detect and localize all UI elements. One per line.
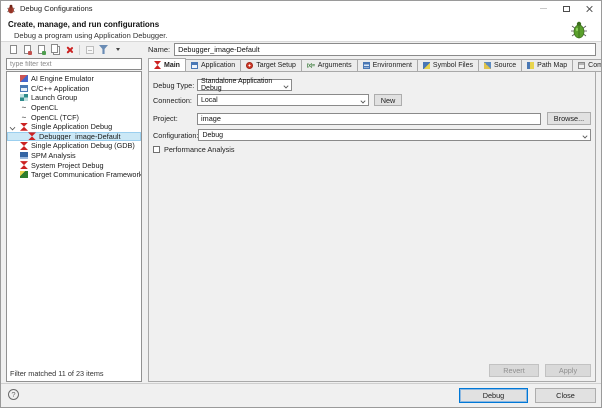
tree-item-launch-group[interactable]: Launch Group: [7, 93, 141, 103]
collapse-all-icon: [86, 46, 94, 54]
configurations-sidebar: AI Engine Emulator C/C++ Application Lau…: [6, 42, 142, 382]
tree-item-debugger-image-default[interactable]: Debugger_image-Default: [7, 132, 141, 142]
maximize-button[interactable]: [555, 1, 578, 16]
new-connection-button[interactable]: New: [374, 94, 402, 106]
single-app-debug-icon: [20, 123, 28, 131]
opencl-tcf-icon: ~: [20, 113, 28, 121]
filter-button[interactable]: [97, 43, 110, 56]
tree-item-cpp-application[interactable]: C/C++ Application: [7, 84, 141, 94]
main-tab-panel: Debug Type: Standalone Application Debug…: [148, 71, 596, 382]
close-icon: [586, 5, 594, 13]
single-app-debug-gdb-icon: [20, 142, 28, 150]
collapse-all-button[interactable]: [83, 43, 96, 56]
ai-engine-icon: [20, 75, 28, 82]
help-icon: ?: [11, 390, 15, 399]
debug-type-select[interactable]: Standalone Application Debug: [197, 79, 292, 91]
chevron-down-icon: [582, 133, 587, 138]
tcf-icon: [20, 171, 28, 178]
configuration-tree: AI Engine Emulator C/C++ Application Lau…: [6, 71, 142, 382]
expand-chevron-icon[interactable]: [10, 124, 15, 129]
symbol-files-tab-icon: [423, 62, 430, 69]
cpp-application-icon: [20, 85, 28, 92]
tree-item-ai-engine-emulator[interactable]: AI Engine Emulator: [7, 74, 141, 84]
chevron-down-icon: [116, 48, 120, 51]
new-configuration-button[interactable]: [7, 43, 20, 56]
titlebar: Debug Configurations: [1, 1, 601, 16]
environment-tab-icon: [363, 62, 370, 69]
tree-item-spm-analysis[interactable]: SPM Analysis: [7, 151, 141, 161]
target-setup-tab-icon: [246, 62, 253, 69]
connection-label: Connection:: [153, 96, 197, 105]
connection-select[interactable]: Local: [197, 94, 369, 106]
duplicate-configuration-button[interactable]: [49, 43, 62, 56]
configuration-editor: Name: Main Application Target Setup (x)=…: [148, 42, 596, 382]
debug-type-label: Debug Type:: [153, 81, 197, 90]
new-prototype-button[interactable]: [21, 43, 34, 56]
dialog-footer: ? Debug Close: [1, 383, 601, 407]
maximize-icon: [563, 6, 570, 12]
performance-analysis-label: Performance Analysis: [164, 145, 235, 154]
tab-main[interactable]: Main: [148, 58, 186, 72]
delete-icon: [66, 46, 74, 54]
new-prototype-icon: [24, 45, 31, 54]
header-banner: Create, manage, and run configurations D…: [1, 16, 601, 42]
opencl-icon: ~: [20, 104, 28, 112]
close-dialog-button[interactable]: Close: [535, 388, 596, 403]
apply-button[interactable]: Apply: [545, 364, 591, 377]
new-configuration-icon: [10, 45, 17, 54]
debug-bug-icon: [6, 4, 16, 14]
banner-bug-icon: [568, 19, 590, 41]
page-title: Create, manage, and run configurations: [1, 16, 601, 29]
path-map-tab-icon: [527, 62, 534, 69]
close-button[interactable]: [578, 1, 601, 16]
page-subtitle: Debug a program using Application Debugg…: [1, 29, 601, 40]
tree-item-system-project-debug[interactable]: System Project Debug: [7, 160, 141, 170]
filter-funnel-icon: [99, 45, 108, 54]
system-project-debug-icon: [20, 161, 28, 169]
editor-tabbar: Main Application Target Setup (x)= Argum…: [148, 58, 596, 72]
source-tab-icon: [484, 62, 491, 69]
project-input[interactable]: [197, 113, 541, 125]
debug-button[interactable]: Debug: [459, 388, 528, 403]
revert-button[interactable]: Revert: [489, 364, 539, 377]
spm-analysis-icon: [20, 152, 28, 159]
window-title: Debug Configurations: [20, 4, 93, 13]
tree-item-opencl[interactable]: ~ OpenCL: [7, 103, 141, 113]
toolbar-separator: [79, 45, 80, 55]
configuration-select[interactable]: Debug: [198, 129, 591, 141]
help-button[interactable]: ?: [8, 389, 19, 400]
duplicate-configuration-icon: [51, 44, 58, 53]
filter-menu-button[interactable]: [111, 43, 124, 56]
performance-analysis-row: Performance Analysis: [153, 145, 591, 154]
chevron-down-icon: [360, 98, 365, 103]
project-label: Project:: [153, 114, 197, 123]
delete-configuration-button[interactable]: [63, 43, 76, 56]
name-label: Name:: [148, 45, 170, 54]
single-app-debug-icon: [28, 132, 36, 140]
export-configuration-icon: [38, 45, 45, 54]
filter-input[interactable]: [6, 58, 142, 70]
arguments-tab-icon: (x)=: [307, 62, 315, 70]
main-tab-icon: [154, 61, 161, 69]
export-configuration-button[interactable]: [35, 43, 48, 56]
application-tab-icon: [191, 62, 198, 69]
minimize-icon: [540, 8, 547, 9]
tree-item-single-application-debug[interactable]: Single Application Debug: [7, 122, 141, 132]
sidebar-toolbar: [6, 42, 142, 57]
launch-group-icon: [20, 94, 28, 101]
name-input[interactable]: [174, 43, 596, 56]
tree-item-opencl-tcf[interactable]: ~ OpenCL (TCF): [7, 112, 141, 122]
common-tab-icon: [578, 62, 585, 69]
browse-button[interactable]: Browse...: [547, 112, 591, 125]
debug-configurations-dialog: Debug Configurations Create, manage, and…: [0, 0, 602, 408]
tree-item-target-communication-framework[interactable]: Target Communication Framework: [7, 170, 141, 180]
tree-item-single-application-debug-gdb[interactable]: Single Application Debug (GDB): [7, 141, 141, 151]
minimize-button[interactable]: [532, 1, 555, 16]
configuration-label: Configuration:: [153, 131, 198, 140]
performance-analysis-checkbox[interactable]: [153, 146, 160, 153]
filter-match-status: Filter matched 11 of 23 items: [10, 369, 104, 378]
